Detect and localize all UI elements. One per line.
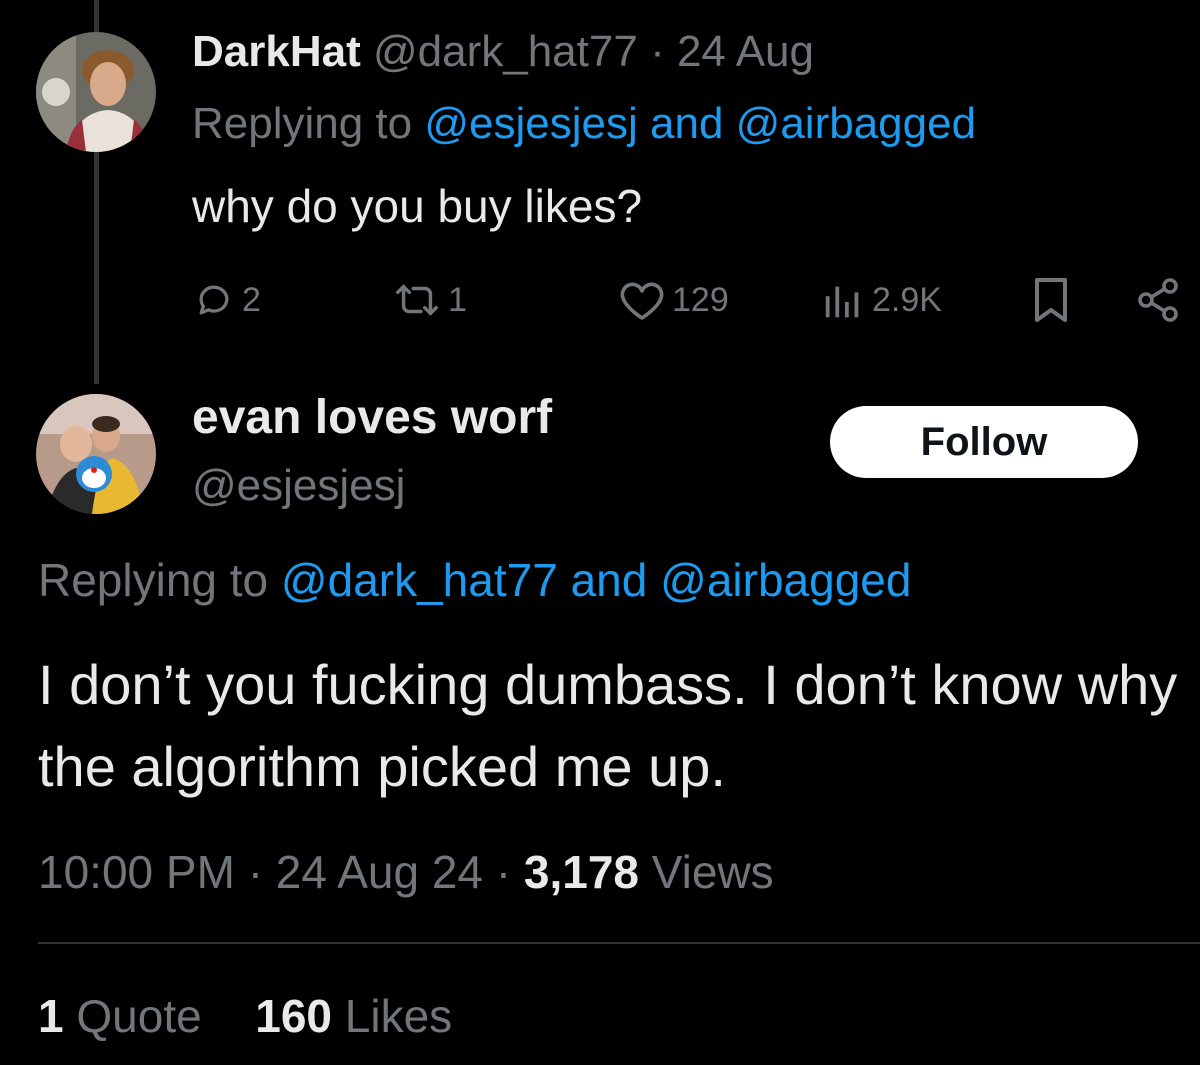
views-icon <box>825 286 859 318</box>
evan-avatar[interactable] <box>36 394 156 514</box>
mention-link[interactable]: @dark_hat77 <box>281 554 558 606</box>
like-button[interactable]: 129 <box>618 268 729 332</box>
mention-and[interactable]: and <box>571 554 648 606</box>
tweet2-date[interactable]: 24 Aug 24 <box>276 846 483 898</box>
replying-prefix: Replying to <box>38 554 269 606</box>
meta-separator: · <box>495 846 512 898</box>
reply-button[interactable]: 2 <box>192 268 261 332</box>
tweet2-text: I don’t you fucking dumbass. I don’t kno… <box>38 653 1178 798</box>
quote-count: 1 <box>38 990 64 1042</box>
stats-divider <box>38 942 1200 944</box>
tweet2-handle[interactable]: @esjesjesj <box>192 456 405 516</box>
retweet-button[interactable]: 1 <box>392 268 467 332</box>
darkhat-avatar[interactable] <box>36 32 156 152</box>
likes-count: 160 <box>255 990 332 1042</box>
follow-button[interactable]: Follow <box>830 406 1138 478</box>
tweet2-time[interactable]: 10:00 PM <box>38 846 235 898</box>
tweet1-handle[interactable]: @dark_hat77 <box>373 27 638 76</box>
tweet2-meta: 10:00 PM · 24 Aug 24 · 3,178 Views <box>38 840 774 904</box>
mention-link[interactable]: @airbagged <box>736 99 976 148</box>
like-count: 129 <box>672 280 729 319</box>
mention-link[interactable]: @esjesjesj <box>424 99 637 148</box>
tweet1-replying-to: Replying to @esjesjesj and @airbagged <box>192 94 976 154</box>
views-count: 2.9K <box>872 280 942 319</box>
tweet1-date[interactable]: 24 Aug <box>677 27 814 76</box>
quotes-link[interactable]: 1 Quote <box>38 990 214 1042</box>
tweet1-header: DarkHat @dark_hat77 · 24 Aug <box>192 22 814 82</box>
bookmark-icon <box>1035 278 1067 322</box>
tweet2-views-label: Views <box>651 846 774 898</box>
reply-count: 2 <box>242 280 261 319</box>
share-button[interactable] <box>1134 268 1182 332</box>
tweet1-display-name[interactable]: DarkHat <box>192 27 361 76</box>
reply-icon <box>199 285 229 315</box>
replying-prefix: Replying to <box>192 99 413 148</box>
views-button[interactable]: 2.9K <box>820 268 942 332</box>
bookmark-button[interactable] <box>1030 268 1072 332</box>
tweet1-separator: · <box>650 27 665 76</box>
mention-and[interactable]: and <box>650 99 723 148</box>
tweet2-replying-to: Replying to @dark_hat77 and @airbagged <box>38 548 911 612</box>
quote-label: Quote <box>76 990 202 1042</box>
likes-link[interactable]: 160 Likes <box>255 990 452 1042</box>
tweet2-display-name[interactable]: evan loves worf <box>192 388 552 448</box>
retweet-count: 1 <box>448 280 467 319</box>
retweet-icon <box>396 284 438 316</box>
meta-separator: · <box>247 846 264 898</box>
mention-link[interactable]: @airbagged <box>660 554 911 606</box>
likes-label: Likes <box>344 990 453 1042</box>
like-icon <box>620 282 664 320</box>
tweet1-action-bar: 2 1 129 2.9K <box>0 268 1200 332</box>
tweet2-views-count: 3,178 <box>523 846 640 898</box>
tweet1-text: why do you buy likes? <box>192 180 643 232</box>
share-icon <box>1138 278 1178 322</box>
tweet2-engagement-stats: 1 Quote 160 Likes <box>38 984 452 1048</box>
